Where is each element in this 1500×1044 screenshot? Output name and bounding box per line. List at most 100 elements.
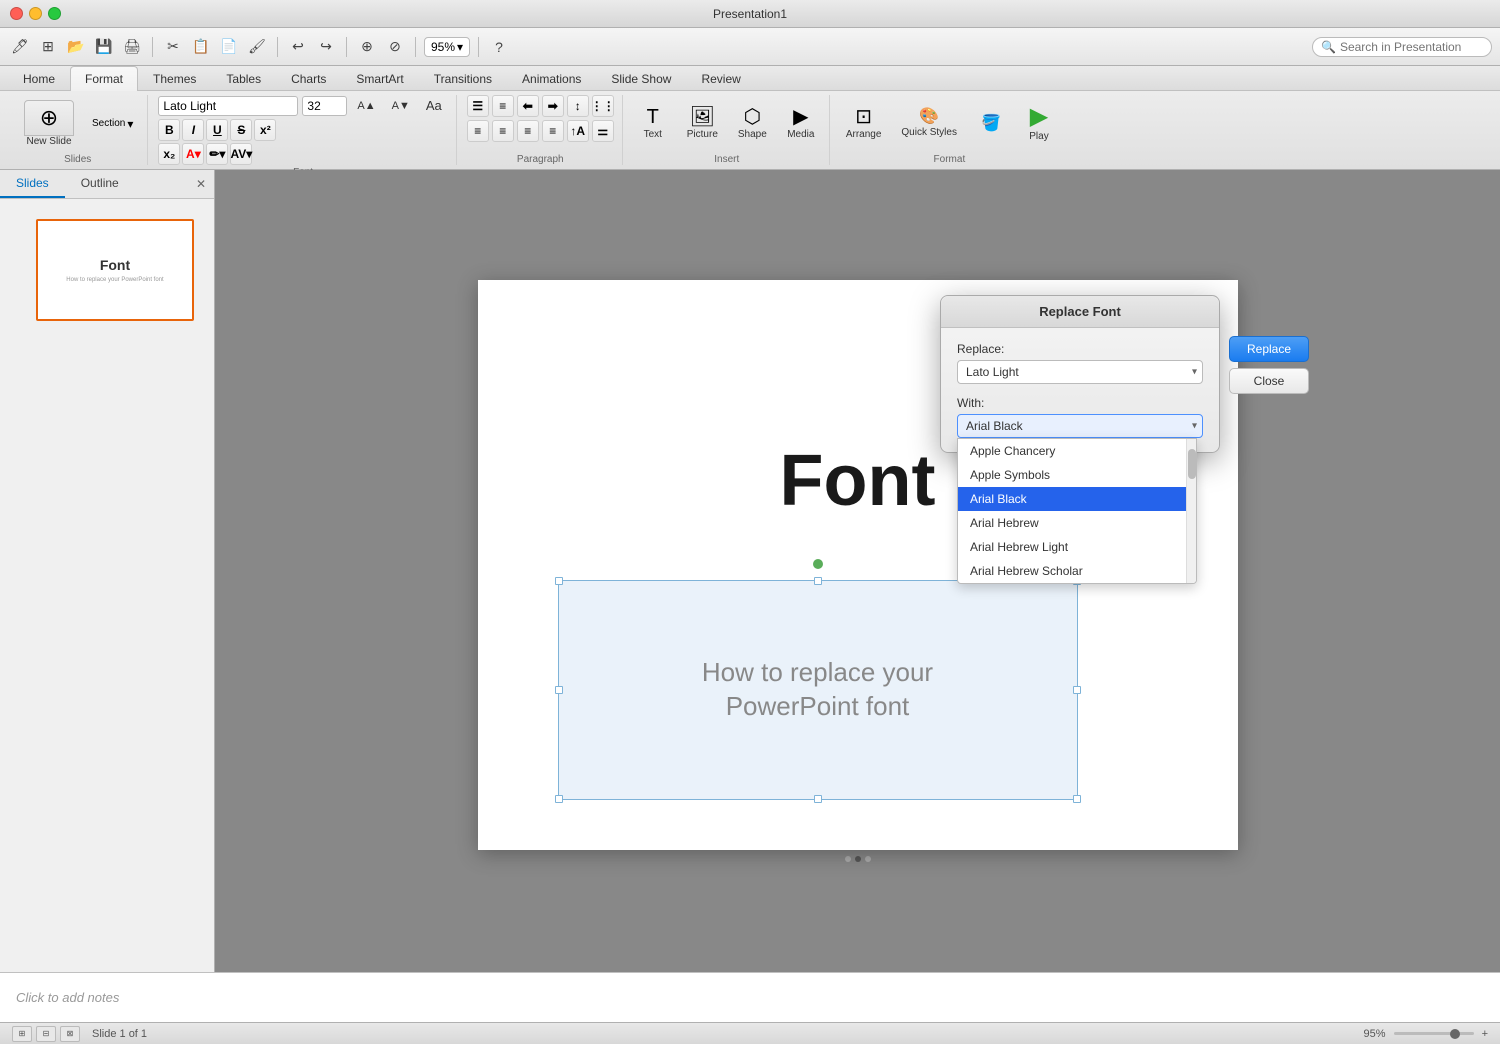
align-right-btn[interactable]: ≡ — [517, 120, 539, 142]
handle-middle-left[interactable] — [555, 686, 563, 694]
font-size-increase-btn[interactable]: A▲ — [351, 97, 381, 115]
dropdown-item-arial-hebrew-scholar[interactable]: Arial Hebrew Scholar — [958, 559, 1196, 583]
dropdown-item-arial-black[interactable]: Arial Black — [958, 487, 1196, 511]
font-name-input[interactable] — [158, 96, 298, 116]
format-painter-btn[interactable]: 🖌 — [245, 35, 269, 59]
numbered-list-btn[interactable]: ≡ — [492, 95, 514, 117]
help-btn[interactable]: ? — [487, 35, 511, 59]
font-case-btn[interactable]: Aa — [420, 95, 448, 116]
tab-smartart[interactable]: SmartArt — [341, 66, 418, 91]
font-size-decrease-btn[interactable]: A▼ — [386, 97, 416, 115]
paste-btn[interactable]: 📄 — [217, 35, 241, 59]
zoom-in-btn[interactable]: + — [1482, 1028, 1488, 1040]
play-btn[interactable]: ▶ Play — [1019, 102, 1059, 145]
handle-bottom-right[interactable] — [1073, 795, 1081, 803]
justify-btn[interactable]: ≡ — [542, 120, 564, 142]
subscript-btn[interactable]: x₂ — [158, 143, 180, 165]
dropdown-item-arial-hebrew-light[interactable]: Arial Hebrew Light — [958, 535, 1196, 559]
close-panel-btn[interactable]: ✕ — [188, 170, 214, 198]
handle-bottom-left[interactable] — [555, 795, 563, 803]
arrange-btn[interactable]: ⊡ Arrange — [840, 104, 888, 143]
decrease-indent-btn[interactable]: ⬅ — [517, 95, 539, 117]
dropdown-item-arial-hebrew[interactable]: Arial Hebrew — [958, 511, 1196, 535]
replace-select[interactable]: Lato Light — [957, 360, 1203, 384]
grid-view-btn[interactable]: ⊞ — [36, 35, 60, 59]
search-bar[interactable]: 🔍 — [1312, 37, 1492, 57]
canvas-area[interactable]: Font How to replace your PowerPoint font — [215, 170, 1500, 972]
with-select[interactable]: Arial Black — [957, 414, 1203, 438]
insert-btn[interactable]: ⊕ — [355, 35, 379, 59]
zoom-slider[interactable] — [1394, 1032, 1474, 1035]
replace-button[interactable]: Replace — [1229, 336, 1309, 362]
columns-btn[interactable]: ⋮⋮ — [592, 95, 614, 117]
browse-btn[interactable]: 📂 — [64, 35, 88, 59]
select-btn[interactable]: ⊘ — [383, 35, 407, 59]
dropdown-item-apple-chancery[interactable]: Apple Chancery — [958, 439, 1196, 463]
redo-btn[interactable]: ↪ — [314, 35, 338, 59]
bold-btn[interactable]: B — [158, 119, 180, 141]
zoom-slider-thumb[interactable] — [1450, 1029, 1460, 1039]
quick-styles-btn[interactable]: 🎨 Quick Styles — [895, 106, 963, 141]
dropdown-item-apple-symbols[interactable]: Apple Symbols — [958, 463, 1196, 487]
line-spacing-btn[interactable]: ↕ — [567, 95, 589, 117]
font-size-input[interactable] — [302, 96, 347, 116]
with-label: With: — [957, 396, 1203, 410]
text-direction-btn[interactable]: ↑A — [567, 120, 589, 142]
increase-indent-btn[interactable]: ➡ — [542, 95, 564, 117]
section-button[interactable]: Section ▾ — [86, 114, 139, 134]
underline-btn[interactable]: U — [206, 119, 228, 141]
text-insert-btn[interactable]: T Text — [633, 104, 673, 143]
tab-home[interactable]: Home — [8, 66, 70, 91]
handle-rotate[interactable] — [813, 559, 823, 569]
undo-btn[interactable]: ↩ — [286, 35, 310, 59]
notes-area[interactable]: Click to add notes — [0, 972, 1500, 1022]
panel-tab-outline[interactable]: Outline — [65, 170, 135, 198]
save-btn[interactable]: 💾 — [92, 35, 116, 59]
presenter-view-btn[interactable]: ⊠ — [60, 1026, 80, 1042]
strikethrough-btn[interactable]: S — [230, 119, 252, 141]
cut-btn[interactable]: ✂ — [161, 35, 185, 59]
handle-top-left[interactable] — [555, 577, 563, 585]
color-fill-btn[interactable]: 🪣 — [971, 113, 1011, 135]
replace-font-dialog[interactable]: Replace Font Replace: Lato Light ▾ With:… — [940, 295, 1220, 453]
search-input[interactable] — [1340, 40, 1480, 54]
tab-charts[interactable]: Charts — [276, 66, 341, 91]
convert-list-btn[interactable]: ⚌ — [592, 120, 614, 142]
tab-transitions[interactable]: Transitions — [419, 66, 507, 91]
tab-tables[interactable]: Tables — [211, 66, 276, 91]
shape-icon: ⬡ — [744, 107, 761, 127]
text-box-selected[interactable]: How to replace your PowerPoint font — [558, 580, 1078, 800]
normal-view-btn[interactable]: ⊞ — [12, 1026, 32, 1042]
grid-view-btn-status[interactable]: ⊟ — [36, 1026, 56, 1042]
highlight-btn[interactable]: ✏▾ — [206, 143, 228, 165]
handle-middle-right[interactable] — [1073, 686, 1081, 694]
handle-bottom-center[interactable] — [814, 795, 822, 803]
tab-format[interactable]: Format — [70, 66, 138, 91]
superscript-btn[interactable]: x² — [254, 119, 276, 141]
copy-btn[interactable]: 📋 — [189, 35, 213, 59]
new-slide-toolbar-btn[interactable]: 🖊 — [8, 35, 32, 59]
tab-slideshow[interactable]: Slide Show — [596, 66, 686, 91]
tab-themes[interactable]: Themes — [138, 66, 211, 91]
close-button-dialog[interactable]: Close — [1229, 368, 1309, 394]
close-button[interactable] — [10, 7, 23, 20]
print-btn[interactable]: 🖨 — [120, 35, 144, 59]
tab-review[interactable]: Review — [686, 66, 755, 91]
shape-btn[interactable]: ⬡ Shape — [732, 104, 773, 143]
maximize-button[interactable] — [48, 7, 61, 20]
slide-thumbnail-1[interactable]: Font How to replace your PowerPoint font — [36, 219, 194, 321]
minimize-button[interactable] — [29, 7, 42, 20]
bullet-list-btn[interactable]: ☰ — [467, 95, 489, 117]
tab-animations[interactable]: Animations — [507, 66, 596, 91]
panel-tab-slides[interactable]: Slides — [0, 170, 65, 198]
handle-top-center[interactable] — [814, 577, 822, 585]
italic-btn[interactable]: I — [182, 119, 204, 141]
media-btn[interactable]: ▶ Media — [781, 104, 821, 143]
picture-btn[interactable]: 🖼 Picture — [681, 104, 724, 143]
align-center-btn[interactable]: ≡ — [492, 120, 514, 142]
char-spacing-btn[interactable]: AV▾ — [230, 143, 252, 165]
font-color-btn[interactable]: A▾ — [182, 143, 204, 165]
zoom-control[interactable]: 95% ▾ — [424, 37, 470, 57]
align-left-btn[interactable]: ≡ — [467, 120, 489, 142]
new-slide-button[interactable]: ⊕ New Slide — [16, 96, 82, 151]
